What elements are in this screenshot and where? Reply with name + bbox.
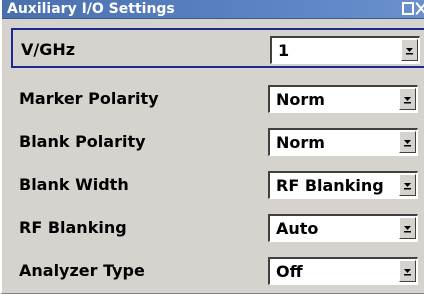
v-per-ghz-select[interactable]: 1 [270, 36, 420, 64]
blank-width-value: RF Blanking [276, 176, 384, 195]
setting-row-rf-blanking: RF Blanking Auto [11, 208, 424, 248]
chevron-down-icon[interactable] [401, 39, 418, 61]
marker-polarity-value: Norm [276, 90, 325, 109]
rf-blanking-value: Auto [276, 219, 319, 238]
setting-label-analyzer-type: Analyzer Type [19, 261, 145, 280]
rf-blanking-select[interactable]: Auto [268, 214, 418, 242]
blank-polarity-select[interactable]: Norm [268, 128, 418, 156]
chevron-down-icon[interactable] [399, 88, 416, 110]
marker-polarity-select[interactable]: Norm [268, 85, 418, 113]
window-restore-icon[interactable] [402, 2, 414, 15]
setting-row-blank-polarity: Blank Polarity Norm [11, 122, 424, 162]
setting-row-analyzer-type: Analyzer Type Off [11, 251, 424, 291]
chevron-down-icon[interactable] [399, 131, 416, 153]
setting-row-v-per-ghz: V/GHz 1 [11, 28, 424, 68]
dialog-title: Auxiliary I/O Settings [7, 1, 175, 17]
setting-label-blank-width: Blank Width [19, 175, 129, 194]
blank-width-select[interactable]: RF Blanking [268, 171, 418, 199]
analyzer-type-value: Off [276, 262, 303, 281]
setting-label-marker-polarity: Marker Polarity [19, 89, 159, 108]
setting-row-marker-polarity: Marker Polarity Norm [11, 79, 424, 119]
auxiliary-io-settings-dialog: Auxiliary I/O Settings V/GHz 1 Marker Po… [0, 0, 424, 294]
setting-label-blank-polarity: Blank Polarity [19, 132, 146, 151]
chevron-down-icon[interactable] [399, 217, 416, 239]
close-icon[interactable] [415, 2, 424, 15]
chevron-down-icon[interactable] [399, 260, 416, 282]
chevron-down-icon[interactable] [399, 174, 416, 196]
setting-label-rf-blanking: RF Blanking [19, 218, 127, 237]
blank-polarity-value: Norm [276, 133, 325, 152]
setting-label-v-per-ghz: V/GHz [21, 40, 76, 59]
analyzer-type-select[interactable]: Off [268, 257, 418, 285]
setting-row-blank-width: Blank Width RF Blanking [11, 165, 424, 205]
titlebar[interactable]: Auxiliary I/O Settings [2, 0, 424, 19]
v-per-ghz-value: 1 [278, 41, 290, 60]
